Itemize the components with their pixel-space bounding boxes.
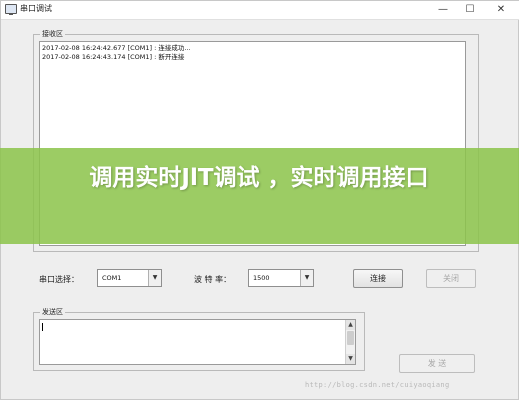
- receive-group-title: 接收区: [40, 29, 65, 39]
- close-window-button[interactable]: ✕: [489, 1, 513, 19]
- port-select[interactable]: COM1 ▼: [97, 269, 162, 287]
- baud-select-value: 1500: [253, 274, 270, 282]
- minimize-button[interactable]: —: [431, 1, 455, 19]
- baud-label: 波 特 率：: [194, 275, 232, 284]
- send-button[interactable]: 发 送: [399, 354, 475, 373]
- receive-log: 2017-02-08 16:24:42.677 [COM1] : 连接成功...…: [40, 42, 465, 62]
- send-group-title: 发送区: [40, 307, 65, 317]
- baud-select[interactable]: 1500 ▼: [248, 269, 314, 287]
- banner-text: 调用实时JlT调试 ，实时调用接口: [89, 165, 429, 191]
- window-title: 串口调试: [20, 4, 52, 13]
- arrow-down-icon[interactable]: ▼: [346, 354, 355, 364]
- chevron-down-icon[interactable]: ▼: [148, 270, 161, 286]
- chevron-down-icon[interactable]: ▼: [300, 270, 313, 286]
- connect-button[interactable]: 连接: [353, 269, 403, 288]
- scroll-thumb[interactable]: [347, 331, 354, 345]
- title-bar: 串口调试 — ☐ ✕: [1, 1, 519, 20]
- send-textarea[interactable]: ▲ ▼: [39, 319, 356, 365]
- disconnect-button[interactable]: 关闭: [426, 269, 476, 288]
- text-caret: [42, 323, 43, 331]
- send-group: 发送区 ▲ ▼: [33, 307, 365, 371]
- log-line: 2017-02-08 16:24:43.174 [COM1] : 断开连接: [42, 53, 185, 61]
- maximize-button[interactable]: ☐: [458, 1, 482, 19]
- send-scrollbar[interactable]: ▲ ▼: [345, 320, 355, 364]
- watermark: http://blog.csdn.net/cuiyaoqiang: [305, 381, 450, 389]
- arrow-up-icon[interactable]: ▲: [346, 320, 355, 330]
- port-select-value: COM1: [102, 274, 122, 282]
- port-label: 串口选择：: [39, 275, 79, 284]
- log-line: 2017-02-08 16:24:42.677 [COM1] : 连接成功...: [42, 44, 191, 52]
- window-app-icon: [5, 4, 17, 15]
